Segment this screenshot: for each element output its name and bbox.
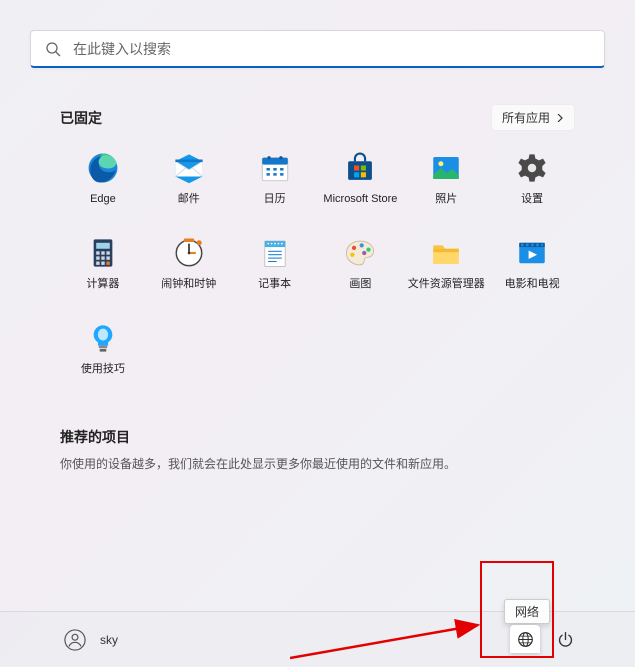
- pinned-tile-label: 电影和电视: [505, 278, 560, 291]
- pinned-tile-label: 记事本: [258, 278, 291, 291]
- tips-icon: [86, 321, 120, 355]
- pinned-tile-settings[interactable]: 设置: [489, 147, 575, 210]
- pinned-tile-label: Edge: [90, 193, 116, 206]
- network-tray-button[interactable]: [510, 625, 540, 653]
- photos-icon: [429, 151, 463, 185]
- search-input[interactable]: [73, 41, 590, 57]
- clock-icon: [172, 236, 206, 270]
- pinned-tile-clock[interactable]: 闹钟和时钟: [146, 232, 232, 295]
- pinned-tile-paint[interactable]: 画图: [318, 232, 404, 295]
- pinned-tile-label: 画图: [349, 278, 371, 291]
- search-box[interactable]: [30, 30, 605, 68]
- pinned-tile-store[interactable]: Microsoft Store: [318, 147, 404, 210]
- pinned-tile-label: 使用技巧: [81, 363, 125, 376]
- pinned-tile-label: 计算器: [86, 278, 119, 291]
- pinned-tile-explorer[interactable]: 文件资源管理器: [403, 232, 489, 295]
- pinned-tile-label: 照片: [435, 193, 457, 206]
- pinned-tile-label: 闹钟和时钟: [161, 278, 216, 291]
- globe-icon: [517, 631, 534, 648]
- network-tooltip: 网络: [504, 599, 550, 624]
- user-name: sky: [100, 633, 118, 647]
- pinned-tile-mail[interactable]: 邮件: [146, 147, 232, 210]
- recommended-section: 推荐的项目 你使用的设备越多，我们就会在此处显示更多你最近使用的文件和新应用。: [0, 409, 635, 472]
- pinned-tile-label: 设置: [521, 193, 543, 206]
- user-button[interactable]: sky: [56, 623, 126, 657]
- pinned-tile-label: Microsoft Store: [323, 193, 397, 206]
- pinned-tile-calculator[interactable]: 计算器: [60, 232, 146, 295]
- pinned-tile-label: 日历: [264, 193, 286, 206]
- pinned-section: 已固定 所有应用 Edge 邮件 日历 Microsoft Store 照片 设置计算器 闹…: [0, 86, 635, 381]
- calculator-icon: [86, 236, 120, 270]
- chevron-right-icon: [556, 114, 564, 122]
- notepad-icon: [258, 236, 292, 270]
- pinned-title: 已固定: [60, 108, 102, 128]
- pinned-tile-movies[interactable]: 电影和电视: [489, 232, 575, 295]
- start-menu: 已固定 所有应用 Edge 邮件 日历 Microsoft Store 照片 设置计算器 闹…: [0, 0, 635, 667]
- pinned-tile-photos[interactable]: 照片: [403, 147, 489, 210]
- store-icon: [343, 151, 377, 185]
- pinned-tile-tips[interactable]: 使用技巧: [60, 317, 146, 380]
- power-icon: [557, 631, 574, 648]
- mail-icon: [172, 151, 206, 185]
- pinned-tile-edge[interactable]: Edge: [60, 147, 146, 210]
- search-icon: [45, 41, 61, 57]
- explorer-icon: [429, 236, 463, 270]
- settings-icon: [515, 151, 549, 185]
- pinned-tile-notepad[interactable]: 记事本: [232, 232, 318, 295]
- all-apps-button[interactable]: 所有应用: [491, 104, 575, 131]
- power-button[interactable]: [547, 622, 583, 658]
- calendar-icon: [258, 151, 292, 185]
- recommended-title: 推荐的项目: [60, 427, 130, 447]
- all-apps-label: 所有应用: [502, 109, 550, 126]
- search-container: [0, 0, 635, 86]
- pinned-grid: Edge 邮件 日历 Microsoft Store 照片 设置计算器 闹钟和时钟 记事本 画图…: [60, 147, 575, 381]
- recommended-empty-text: 你使用的设备越多，我们就会在此处显示更多你最近使用的文件和新应用。: [60, 455, 575, 472]
- paint-icon: [343, 236, 377, 270]
- pinned-tile-label: 文件资源管理器: [408, 278, 485, 291]
- pinned-tile-calendar[interactable]: 日历: [232, 147, 318, 210]
- pinned-tile-label: 邮件: [178, 193, 200, 206]
- edge-icon: [86, 151, 120, 185]
- movies-icon: [515, 236, 549, 270]
- user-avatar-icon: [64, 629, 86, 651]
